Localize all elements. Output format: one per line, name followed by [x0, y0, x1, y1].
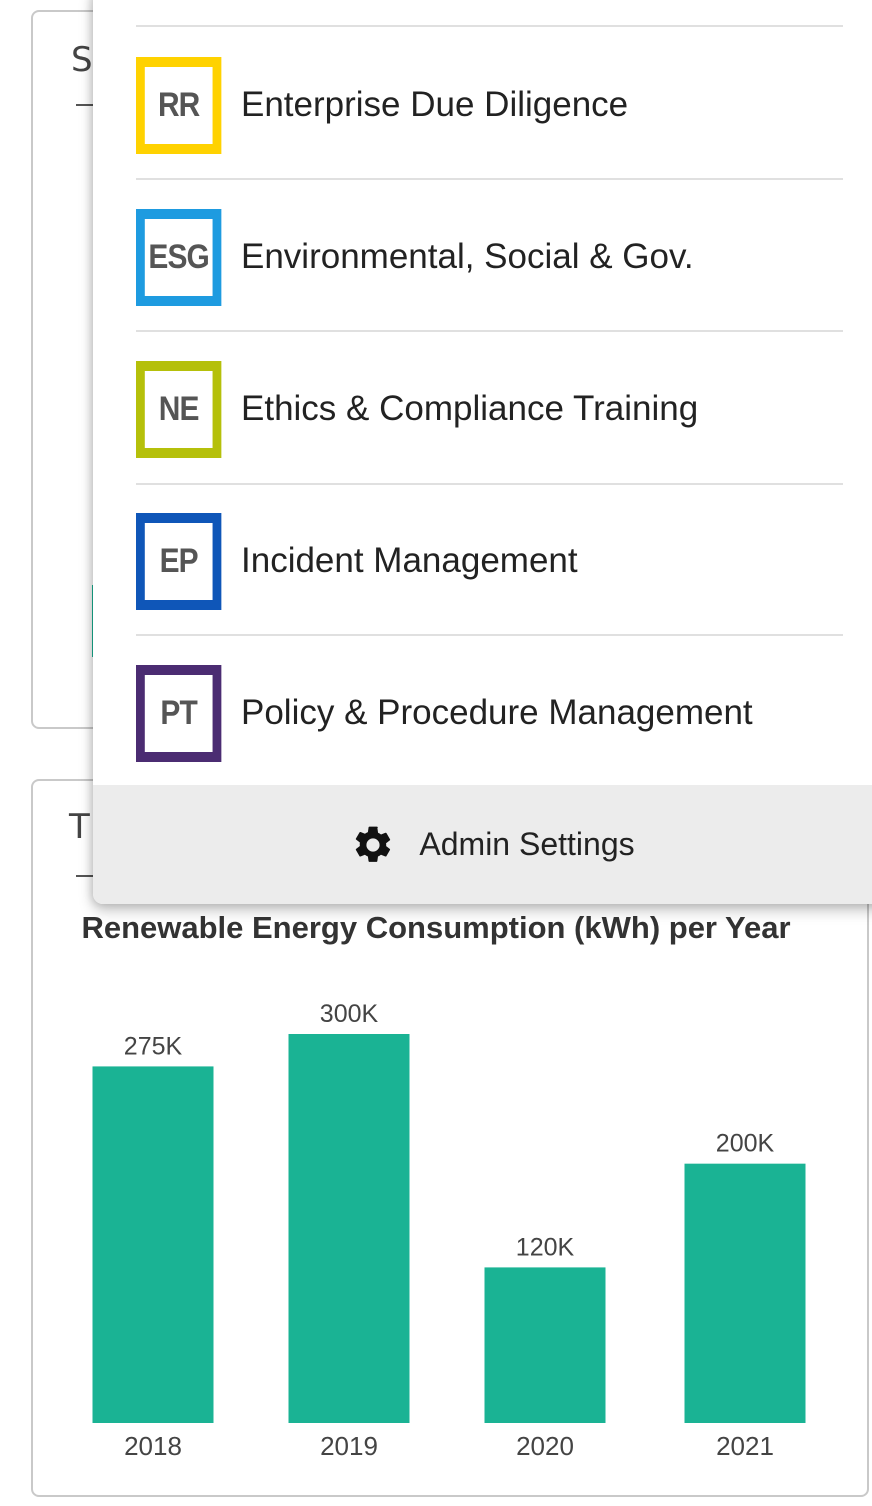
- bar-value-label: 300K: [320, 1000, 379, 1028]
- x-tick-label: 2019: [320, 1431, 378, 1461]
- admin-settings-button[interactable]: Admin Settings: [93, 785, 872, 904]
- bar-2018: [92, 1066, 214, 1423]
- bar-2021: [684, 1163, 806, 1423]
- menu-item-label: Incident Management: [241, 541, 578, 580]
- product-badge-esg: ESG: [136, 208, 222, 306]
- product-badge-pt: PT: [136, 664, 222, 762]
- x-tick-label: 2018: [124, 1431, 182, 1461]
- product-badge-ne: NE: [136, 360, 222, 458]
- menu-item-label: Environmental, Social & Gov.: [241, 237, 694, 276]
- x-tick-label: 2021: [716, 1431, 774, 1461]
- bar-2019: [288, 1034, 410, 1423]
- menu-item-ethics-compliance-training[interactable]: NE Ethics & Compliance Training: [136, 359, 843, 459]
- menu-divider: [136, 178, 843, 180]
- menu-divider: [136, 483, 843, 485]
- gear-icon: [356, 826, 391, 862]
- bar-value-label: 120K: [516, 1233, 575, 1261]
- product-badge-ep: EP: [136, 512, 222, 610]
- menu-divider: [136, 25, 843, 27]
- menu-divider: [136, 634, 843, 636]
- menu-item-policy-procedure-management[interactable]: PT Policy & Procedure Management: [136, 663, 843, 763]
- bar-value-label: 275K: [124, 1032, 183, 1060]
- x-tick-label: 2020: [516, 1431, 574, 1461]
- menu-item-incident-management[interactable]: EP Incident Management: [136, 511, 843, 611]
- admin-settings-label: Admin Settings: [419, 826, 635, 862]
- menu-divider: [136, 330, 843, 332]
- product-switcher-menu: RR Enterprise Due Diligence ESG Environm…: [93, 0, 872, 904]
- menu-item-enterprise-due-diligence[interactable]: RR Enterprise Due Diligence: [136, 55, 843, 155]
- menu-item-label: Enterprise Due Diligence: [241, 85, 629, 124]
- menu-item-label: Ethics & Compliance Training: [241, 389, 699, 428]
- bar-2020: [484, 1267, 606, 1423]
- product-badge-rr: RR: [136, 56, 222, 154]
- menu-item-environmental-social-gov[interactable]: ESG Environmental, Social & Gov.: [136, 207, 843, 307]
- bar-value-label: 200K: [716, 1130, 775, 1158]
- menu-item-label: Policy & Procedure Management: [241, 693, 753, 732]
